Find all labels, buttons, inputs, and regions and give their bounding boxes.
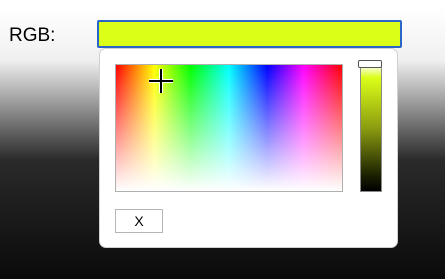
hue-saturation-area[interactable] — [115, 64, 343, 192]
close-picker-button[interactable]: X — [115, 209, 163, 233]
lightness-slider[interactable] — [358, 60, 382, 192]
rgb-label: RGB: — [9, 25, 56, 46]
lightness-slider-thumb[interactable] — [358, 60, 382, 68]
rgb-color-input[interactable] — [97, 20, 402, 48]
color-picker-panel: X — [99, 48, 398, 248]
crosshair-icon — [149, 69, 173, 93]
